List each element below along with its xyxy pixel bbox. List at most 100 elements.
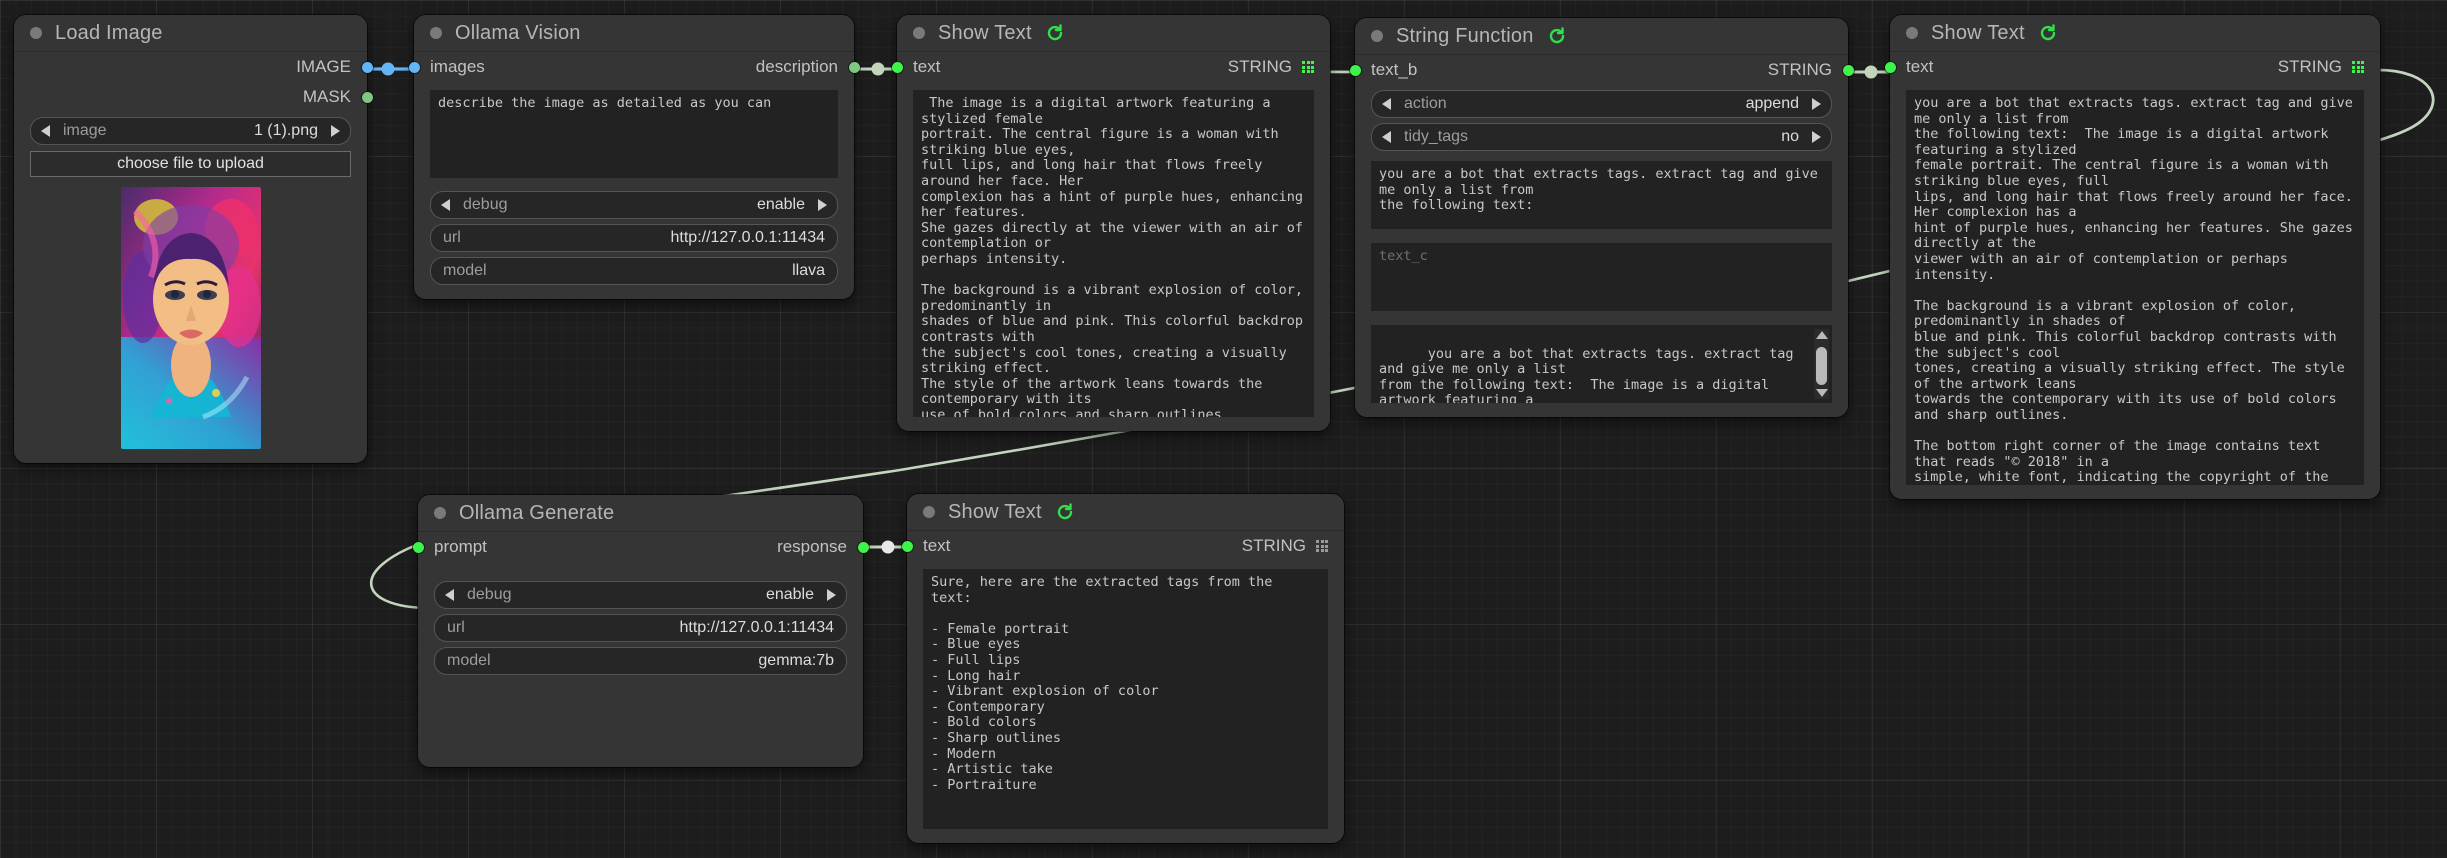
node-title-bar[interactable]: Show Text xyxy=(907,494,1344,531)
output-label-description: description xyxy=(755,57,838,76)
prev-arrow-icon[interactable] xyxy=(1382,131,1391,143)
widget-label-url: url xyxy=(447,619,465,636)
string-grid-icon[interactable] xyxy=(1316,540,1328,552)
port-text-in[interactable] xyxy=(891,61,903,73)
port-prompt-in[interactable] xyxy=(412,541,424,553)
link-dot xyxy=(1864,65,1878,79)
node-show-text-1[interactable]: Show Text text STRING The image is a dig… xyxy=(891,15,1330,431)
scroll-up-icon[interactable] xyxy=(1815,331,1828,339)
widget-model[interactable]: model gemma:7b xyxy=(434,647,847,675)
node-body: images description describe the image as… xyxy=(408,52,860,299)
widget-image-select[interactable]: image 1 (1).png xyxy=(30,117,351,145)
prev-arrow-icon[interactable] xyxy=(445,589,454,601)
collapse-dot-icon[interactable] xyxy=(1906,27,1918,39)
prev-arrow-icon[interactable] xyxy=(41,125,50,137)
scroll-thumb[interactable] xyxy=(1816,347,1827,385)
result-scrollbar[interactable] xyxy=(1814,329,1829,399)
string-grid-icon[interactable] xyxy=(2352,61,2364,73)
node-ollama-generate[interactable]: Ollama Generate prompt response debug en… xyxy=(412,495,869,767)
port-text-b-in[interactable] xyxy=(1349,64,1361,76)
node-show-text-2[interactable]: Show Text text STRING you are a bot that… xyxy=(1884,15,2380,499)
prompt-textarea[interactable]: describe the image as detailed as you ca… xyxy=(430,90,838,178)
slot-row-images-description: images description xyxy=(408,52,860,82)
next-arrow-icon[interactable] xyxy=(1812,131,1821,143)
next-arrow-icon[interactable] xyxy=(818,199,827,211)
widget-action[interactable]: action append xyxy=(1371,90,1832,118)
node-title-bar[interactable]: Show Text xyxy=(897,15,1330,52)
output-slot-mask[interactable]: MASK xyxy=(14,82,373,112)
port-image-out[interactable] xyxy=(361,61,373,73)
node-title-text: Ollama Generate xyxy=(459,501,615,524)
node-ollama-vision[interactable]: Ollama Vision images description describ… xyxy=(408,15,860,299)
collapse-dot-icon[interactable] xyxy=(434,507,446,519)
node-title-bar[interactable]: Show Text xyxy=(1890,15,2380,52)
port-text-in[interactable] xyxy=(1884,61,1896,73)
upload-button[interactable]: choose file to upload xyxy=(30,151,351,177)
slot-row-text-string: text STRING xyxy=(1884,52,2380,82)
next-arrow-icon[interactable] xyxy=(331,125,340,137)
widget-value-debug: enable xyxy=(756,196,805,213)
link-dot xyxy=(871,62,885,76)
next-arrow-icon[interactable] xyxy=(1812,98,1821,110)
image-preview xyxy=(120,187,261,449)
widget-label-url: url xyxy=(443,229,461,246)
node-title-text: Show Text xyxy=(948,500,1042,523)
text-a-textarea[interactable]: you are a bot that extracts tags. extrac… xyxy=(1371,161,1832,229)
slot-row-text-string: text STRING xyxy=(891,52,1330,82)
widget-debug[interactable]: debug enable xyxy=(434,581,847,609)
slot-row-text-string: text STRING xyxy=(901,531,1344,561)
widget-value-action: append xyxy=(1745,95,1799,112)
slot-row-prompt-response: prompt response xyxy=(412,532,869,562)
node-string-function[interactable]: String Function text_b STRING action app… xyxy=(1349,18,1854,417)
widget-label-debug: debug xyxy=(463,196,508,213)
collapse-dot-icon[interactable] xyxy=(30,27,42,39)
widget-tidy-tags[interactable]: tidy_tags no xyxy=(1371,123,1832,151)
node-title-bar[interactable]: Load Image xyxy=(14,15,367,52)
widget-label-action: action xyxy=(1404,95,1447,112)
prev-arrow-icon[interactable] xyxy=(1382,98,1391,110)
widget-label-tidy-tags: tidy_tags xyxy=(1404,128,1469,145)
port-text-in[interactable] xyxy=(901,540,913,552)
string-grid-icon[interactable] xyxy=(1302,61,1314,73)
widget-label-model: model xyxy=(443,262,487,279)
node-title-bar[interactable]: String Function xyxy=(1355,18,1848,55)
collapse-dot-icon[interactable] xyxy=(923,506,935,518)
output-slot-image[interactable]: IMAGE xyxy=(14,52,373,82)
refresh-icon[interactable] xyxy=(1055,502,1075,522)
slot-row-textb-string: text_b STRING xyxy=(1349,55,1854,85)
prev-arrow-icon[interactable] xyxy=(441,199,450,211)
port-string-out[interactable] xyxy=(1842,64,1854,76)
refresh-icon[interactable] xyxy=(2038,23,2058,43)
port-description-out[interactable] xyxy=(848,61,860,73)
input-label-text-b: text_b xyxy=(1371,60,1418,79)
port-images-in[interactable] xyxy=(408,61,420,73)
node-title-bar[interactable]: Ollama Vision xyxy=(414,15,854,52)
collapse-dot-icon[interactable] xyxy=(913,27,925,39)
node-title-bar[interactable]: Ollama Generate xyxy=(418,495,863,532)
text-c-textarea[interactable]: text_c xyxy=(1371,243,1832,311)
output-text-display[interactable]: The image is a digital artwork featuring… xyxy=(913,90,1314,417)
refresh-icon[interactable] xyxy=(1547,26,1567,46)
refresh-icon[interactable] xyxy=(1045,23,1065,43)
result-textarea[interactable]: you are a bot that extracts tags. extrac… xyxy=(1371,325,1832,403)
widget-model[interactable]: model llava xyxy=(430,257,838,285)
node-show-text-3[interactable]: Show Text text STRING Sure, here are the… xyxy=(901,494,1344,843)
next-arrow-icon[interactable] xyxy=(827,589,836,601)
port-mask-out[interactable] xyxy=(361,91,373,103)
output-text-display[interactable]: you are a bot that extracts tags. extrac… xyxy=(1906,90,2364,485)
collapse-dot-icon[interactable] xyxy=(1371,30,1383,42)
node-load-image[interactable]: Load Image IMAGE MASK image 1 (1).png ch… xyxy=(14,15,373,463)
scroll-down-icon[interactable] xyxy=(1815,389,1828,397)
link-dot xyxy=(381,62,395,76)
output-label-string: STRING xyxy=(1227,57,1292,76)
input-label-text: text xyxy=(1906,57,1934,76)
output-text-display[interactable]: Sure, here are the extracted tags from t… xyxy=(923,569,1328,829)
widget-url[interactable]: url http://127.0.0.1:11434 xyxy=(434,614,847,642)
widget-url[interactable]: url http://127.0.0.1:11434 xyxy=(430,224,838,252)
collapse-dot-icon[interactable] xyxy=(430,27,442,39)
output-label-response: response xyxy=(777,537,847,556)
port-response-out[interactable] xyxy=(857,541,869,553)
widget-debug[interactable]: debug enable xyxy=(430,191,838,219)
widget-value-debug: enable xyxy=(765,586,814,603)
widget-value-model: gemma:7b xyxy=(758,652,834,669)
